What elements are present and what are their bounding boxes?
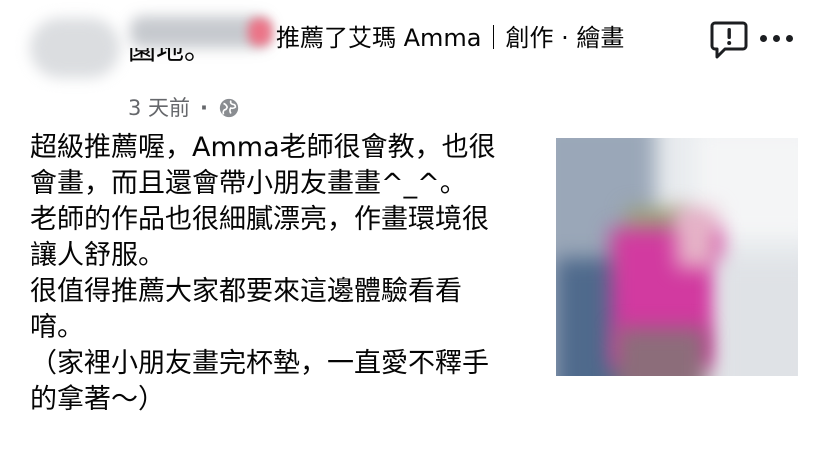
post-body-line: 唷。 <box>30 312 84 343</box>
post-photo[interactable] <box>556 138 798 376</box>
recommendation-header-continuation: 園地。 <box>128 48 212 82</box>
dot <box>786 34 793 42</box>
dot <box>773 34 780 42</box>
report-icon[interactable] <box>710 20 748 60</box>
post-meta: 3 天前 · <box>128 92 240 124</box>
post-body-line: 老師的作品也很細膩漂亮，作畫環境很 <box>30 204 489 235</box>
post-body-line: 的拿著～） <box>30 384 165 415</box>
post-body-line: 讓人舒服。 <box>30 240 165 271</box>
post-body: 超級推薦喔，Amma老師很會教，也很 會畫，而且還會帶小朋友畫畫^_^。 老師的… <box>30 130 530 418</box>
post-body-line: 會畫，而且還會帶小朋友畫畫^_^。 <box>30 168 467 199</box>
avatar[interactable] <box>30 18 120 78</box>
recommendation-header[interactable]: 推薦了艾瑪 Amma｜創作 · 繪畫 <box>276 20 624 56</box>
post-body-line: （家裡小朋友畫完杯墊，一直愛不釋手 <box>30 348 489 379</box>
more-dots-icon[interactable] <box>760 26 796 50</box>
dot <box>760 34 767 42</box>
post-body-line: 超級推薦喔，Amma老師很會教，也很 <box>30 132 496 163</box>
post-time[interactable]: 3 天前 <box>128 92 190 124</box>
post-body-line: 很值得推薦大家都要來這邊體驗看看 <box>30 276 462 307</box>
globe-icon <box>219 98 239 118</box>
header-continuation-text: 園地。 <box>128 48 213 66</box>
meta-separator: · <box>200 96 209 120</box>
author-name-accent <box>248 18 272 46</box>
